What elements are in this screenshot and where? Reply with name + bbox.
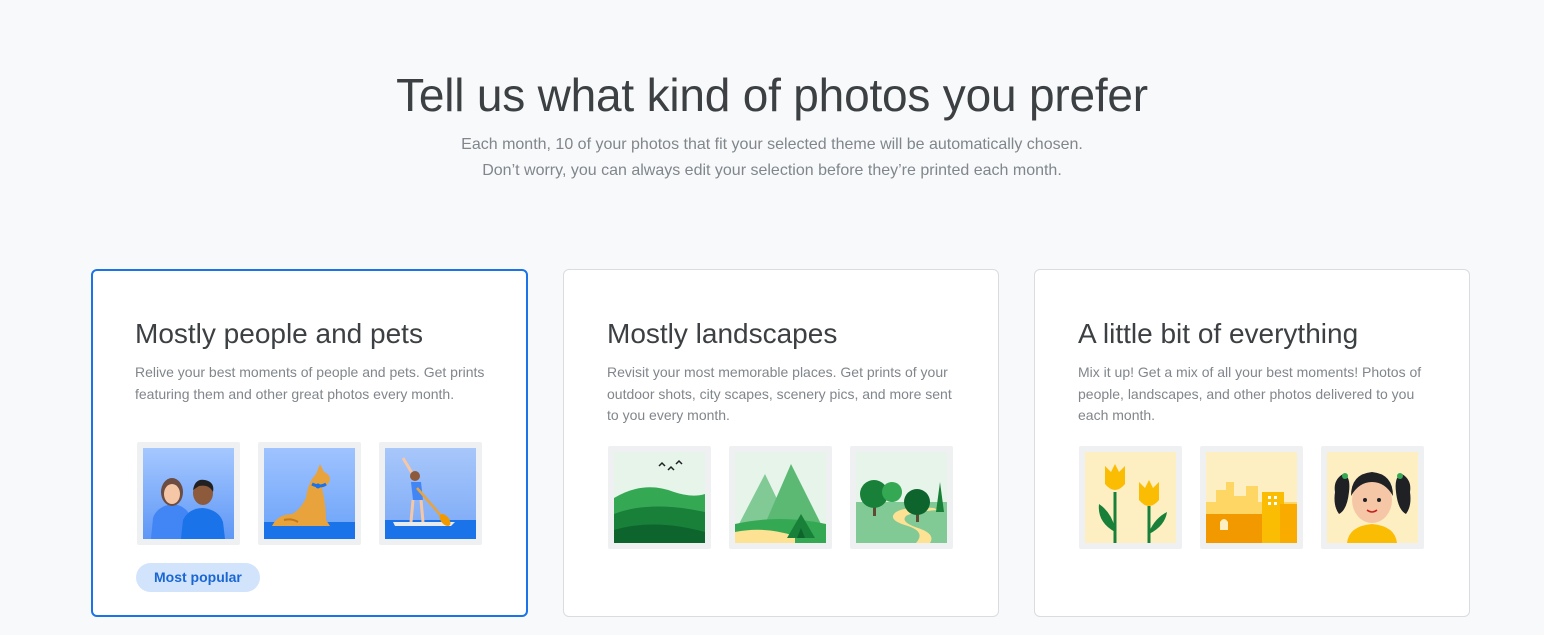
option-description: Revisit your most memorable places. Get … (607, 364, 952, 423)
subtitle-line-2: Don’t worry, you can always edit your se… (482, 162, 1062, 179)
option-description: Relive your best moments of people and p… (135, 364, 485, 402)
paddleboarder-illustration (379, 442, 482, 545)
dog-illustration (258, 442, 361, 545)
hills-illustration (608, 446, 711, 549)
most-popular-badge: Most popular (136, 563, 260, 592)
thumbnail-row (608, 446, 953, 549)
option-card-landscapes[interactable]: Mostly landscapes Revisit your most memo… (563, 269, 999, 617)
tulips-illustration (1079, 446, 1182, 549)
subtitle-line-1: Each month, 10 of your photos that fit y… (461, 136, 1083, 153)
thumbnail-row (1079, 446, 1424, 549)
couple-illustration (137, 442, 240, 545)
option-title: A little bit of everything (1078, 318, 1359, 349)
city-illustration (1200, 446, 1303, 549)
mountains-tent-illustration (729, 446, 832, 549)
thumbnail-row (137, 442, 482, 545)
option-title: Mostly landscapes (607, 318, 838, 349)
girl-portrait-illustration (1321, 446, 1424, 549)
page-title: Tell us what kind of photos you prefer (396, 69, 1148, 121)
option-card-everything[interactable]: A little bit of everything Mix it up! Ge… (1034, 269, 1470, 617)
option-description: Mix it up! Get a mix of all your best mo… (1078, 364, 1422, 423)
page-subtitle: Each month, 10 of your photos that fit y… (0, 132, 1544, 184)
option-title: Mostly people and pets (135, 318, 423, 349)
option-card-people-and-pets[interactable]: Mostly people and pets Relive your best … (91, 269, 528, 617)
forest-path-illustration (850, 446, 953, 549)
